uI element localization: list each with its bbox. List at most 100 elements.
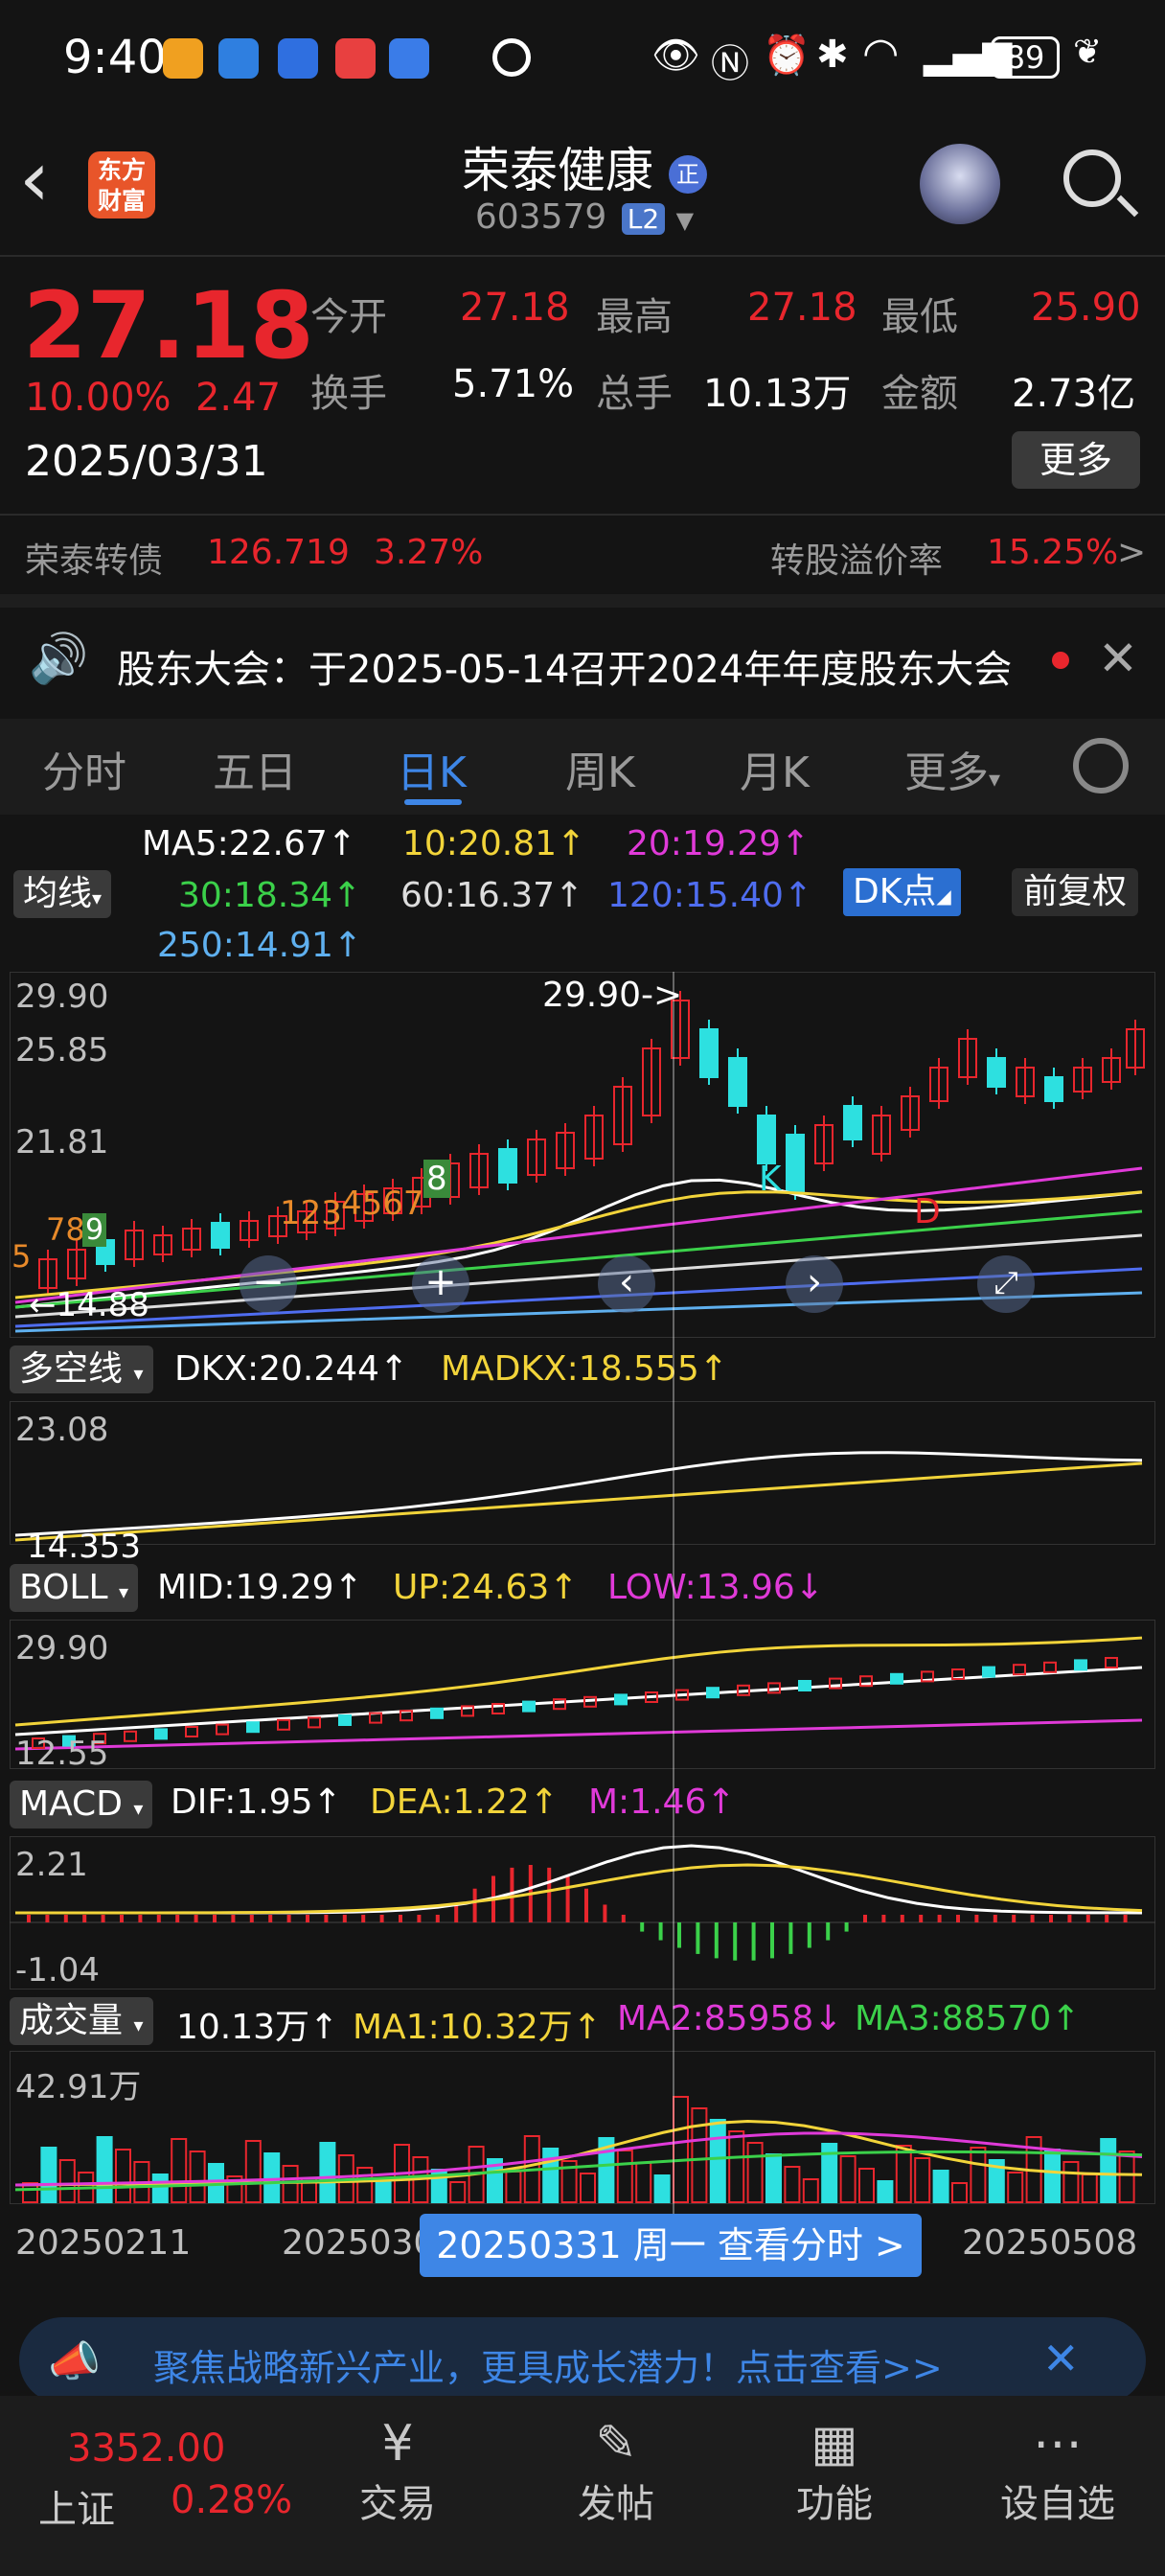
- y-label: 29.90: [15, 1629, 109, 1668]
- volume-bar: [505, 2171, 522, 2203]
- macd-chart[interactable]: [10, 1836, 1155, 1990]
- app-icon: [163, 38, 203, 79]
- candle: [216, 1723, 229, 1736]
- candle: [1013, 1664, 1026, 1676]
- candle: [843, 1105, 862, 1140]
- cloud-icon: [278, 38, 318, 79]
- volume-bar: [356, 2167, 374, 2203]
- close-icon[interactable]: ✕: [1042, 2333, 1080, 2384]
- dk-button[interactable]: DK点◢: [843, 868, 961, 916]
- volume-ma3: MA3:88570↑: [855, 1999, 1081, 2038]
- pan-right-icon[interactable]: ›: [786, 1255, 843, 1313]
- candle: [1043, 1661, 1057, 1673]
- volume-bar: [96, 2136, 113, 2203]
- index-name: 上证: [38, 2488, 115, 2532]
- close-icon[interactable]: ✕: [1098, 631, 1138, 686]
- ma60-value: 60:16.37↑: [400, 876, 584, 915]
- convertible-name[interactable]: 荣泰转债: [25, 533, 163, 583]
- boll-chart[interactable]: [10, 1620, 1155, 1769]
- volume-bar: [895, 2145, 912, 2203]
- volume-bar: [171, 2138, 188, 2203]
- verified-badge: 正: [668, 154, 707, 194]
- candle: [246, 1721, 260, 1734]
- expand-icon[interactable]: ⤢: [977, 1255, 1035, 1313]
- candle: [890, 1672, 903, 1685]
- candle: [124, 1730, 137, 1742]
- x-label: 20250211: [15, 2223, 192, 2263]
- volume-bar: [914, 2157, 931, 2203]
- volume-bar: [728, 2130, 745, 2203]
- volume-bar: [932, 2170, 949, 2203]
- volume-selector[interactable]: 成交量 ▾: [10, 1997, 153, 2045]
- boll-up: UP:24.63↑: [393, 1568, 579, 1607]
- volume-bar: [375, 2179, 392, 2203]
- volume-bar: [580, 2173, 596, 2203]
- gear-icon[interactable]: [1073, 738, 1129, 794]
- nav-post[interactable]: ✎ 发帖: [554, 2415, 678, 2528]
- volume-bar: [1081, 2174, 1098, 2203]
- tab-five-day[interactable]: 五日: [213, 738, 297, 799]
- volume-bar: [1062, 2161, 1080, 2203]
- stock-header: ‹ 东方 财富 荣泰健康 正 603579 L2 ▼: [0, 125, 1165, 259]
- speaker-icon: 🔊: [29, 631, 89, 686]
- volume-ma1: MA1:10.32万↑: [353, 2008, 602, 2047]
- tab-intraday[interactable]: 分时: [42, 738, 126, 799]
- candle: [757, 1115, 776, 1164]
- candle: [699, 1028, 719, 1078]
- zoom-out-icon[interactable]: −: [240, 1255, 297, 1313]
- boll-selector[interactable]: BOLL ▾: [10, 1564, 139, 1612]
- high-value: 27.18: [747, 286, 857, 330]
- nav-trade[interactable]: ¥ 交易: [335, 2415, 460, 2528]
- crosshair-line: [673, 972, 674, 2214]
- td-sequence: 78: [46, 1211, 85, 1248]
- volume-value: 10.13万↑: [176, 2008, 339, 2047]
- ma20-line: [14, 1166, 1143, 1304]
- ma30-line: [14, 1209, 1143, 1309]
- pan-left-icon[interactable]: ‹: [598, 1255, 655, 1313]
- volume-bar: [151, 2174, 169, 2203]
- tab-weekly-k[interactable]: 周K: [565, 738, 635, 799]
- x-label: 20250508: [962, 2223, 1138, 2263]
- search-icon[interactable]: [1063, 150, 1121, 207]
- tab-monthly-k[interactable]: 月K: [740, 738, 810, 799]
- nav-function[interactable]: ▦ 功能: [772, 2415, 897, 2528]
- l2-badge: L2: [621, 203, 666, 235]
- dkx-selector[interactable]: 多空线 ▾: [10, 1346, 153, 1393]
- d-signal: D: [914, 1192, 941, 1231]
- notice-bar[interactable]: 🔊 股东大会：于2025-05-14召开2024年年度股东大会 ✕: [0, 613, 1165, 709]
- low-marker: ←14.88: [29, 1286, 149, 1324]
- turnover-value: 5.71%: [452, 362, 575, 406]
- candle: [1074, 1659, 1087, 1671]
- y-label: 23.08: [15, 1411, 109, 1449]
- chart-frame: [10, 1620, 1155, 1769]
- tab-more[interactable]: 更多▾: [904, 738, 1000, 799]
- adjust-button[interactable]: 前复权: [1012, 868, 1139, 916]
- ma-selector[interactable]: 均线▾: [13, 870, 112, 918]
- nav-add-watch[interactable]: ⋯ 设自选: [991, 2415, 1125, 2528]
- stock-title[interactable]: 荣泰健康 正: [345, 132, 824, 201]
- volume-bar: [319, 2142, 336, 2203]
- promo-banner[interactable]: 📣 聚焦战略新兴产业，更具成长潜力！点击查看>> ✕: [19, 2317, 1146, 2404]
- back-icon[interactable]: ‹: [19, 141, 86, 222]
- zoom-in-icon[interactable]: +: [412, 1255, 469, 1313]
- date-tooltip[interactable]: 20250331 周一 查看分时 >: [420, 2214, 922, 2277]
- candle: [798, 1680, 811, 1691]
- tab-daily-k[interactable]: 日K: [397, 738, 467, 799]
- volume-bar: [691, 2107, 708, 2203]
- y-label: 2.21: [15, 1846, 88, 1884]
- index-quote[interactable]: 3352.00 上证 0.28%: [0, 2396, 292, 2576]
- macd-dif: DIF:1.95↑: [171, 1782, 342, 1822]
- boll-low: LOW:13.96↓: [607, 1568, 824, 1607]
- more-button[interactable]: 更多: [1012, 431, 1140, 489]
- dkx-chart[interactable]: [10, 1401, 1155, 1545]
- high-marker: 29.90->: [542, 976, 683, 1015]
- app-logo: 东方 财富: [88, 151, 155, 218]
- assistant-avatar[interactable]: [920, 144, 1000, 224]
- grid-icon: ▦: [811, 2415, 858, 2472]
- madkx-line: [14, 1461, 1143, 1542]
- chevron-right-icon[interactable]: >: [1117, 533, 1146, 572]
- volume-chart[interactable]: [10, 2051, 1155, 2204]
- macd-selector[interactable]: MACD ▾: [10, 1781, 153, 1828]
- candle: [277, 1718, 290, 1731]
- boll-mid: MID:19.29↑: [157, 1568, 363, 1607]
